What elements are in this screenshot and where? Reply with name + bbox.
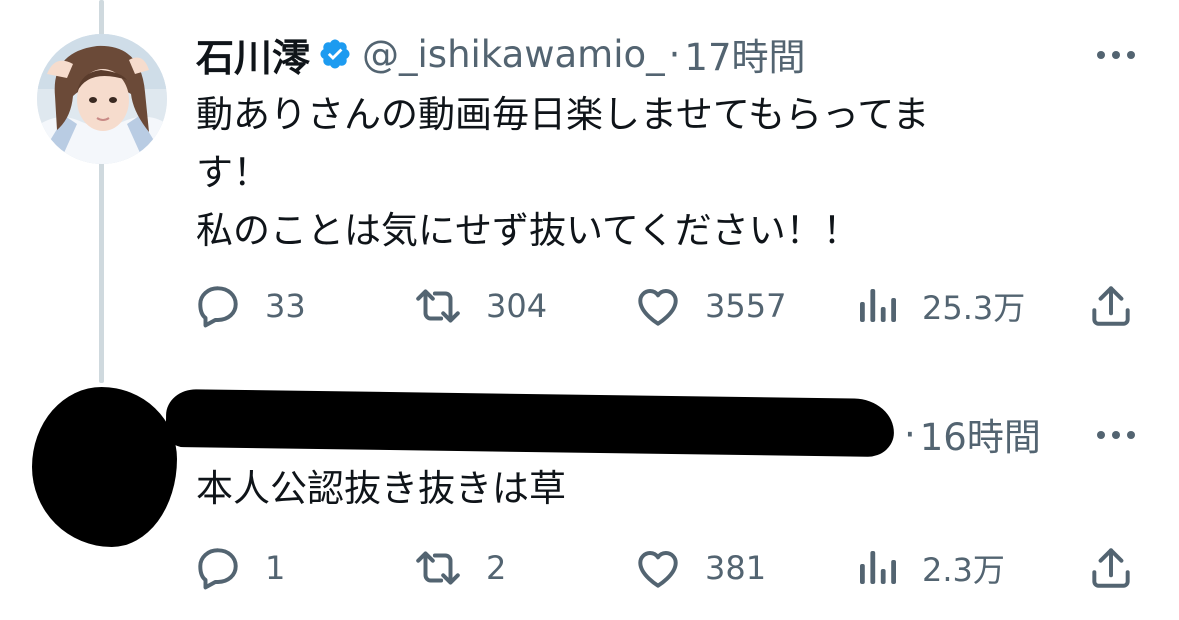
more-dots-icon[interactable]: [1095, 49, 1137, 61]
reply-count: 1: [265, 549, 286, 587]
display-name[interactable]: 石川澪: [196, 27, 310, 82]
action-bar: 33 304 3557 25.3万: [0, 276, 1179, 336]
share-button[interactable]: [1086, 276, 1136, 336]
retweet-icon: [416, 289, 460, 323]
reply-icon: [198, 286, 238, 328]
tweet-text: 本人公認抜き抜きは草: [196, 467, 566, 510]
tweet-text: 動ありさんの動画毎日楽しませてもらってま す！ 私のことは気にせず抜いてください…: [196, 93, 930, 252]
reply-button[interactable]: 1: [193, 538, 285, 598]
views-count: 25.3万: [922, 289, 1026, 327]
views-bar-icon: [860, 551, 896, 584]
user-handle[interactable]: @_ishikawamio_: [362, 33, 665, 76]
like-button[interactable]: 3557: [633, 276, 786, 336]
tweet-header: · 16時間: [900, 406, 1041, 462]
retweet-count: 304: [486, 287, 548, 325]
verified-badge-icon: [318, 37, 352, 71]
views-button[interactable]: 25.3万: [856, 276, 1025, 336]
like-button[interactable]: 381: [633, 538, 766, 598]
share-icon: [1092, 286, 1130, 326]
heart-icon: [638, 289, 678, 326]
timestamp[interactable]: 16時間: [920, 407, 1041, 461]
redacted-name: [165, 388, 895, 458]
tweet-reply[interactable]: · 16時間 本人公認抜き抜きは草 1 2 381 2.3万: [0, 380, 1179, 620]
tweet-header: 石川澪 @_ishikawamio_ · 17時間: [196, 26, 806, 82]
views-count: 2.3万: [922, 551, 1005, 589]
retweet-button[interactable]: 304: [412, 276, 547, 336]
heart-icon: [638, 551, 678, 588]
reply-icon: [198, 548, 238, 590]
avatar[interactable]: [37, 34, 167, 164]
separator-dot: ·: [904, 412, 916, 456]
retweet-button[interactable]: 2: [412, 538, 506, 598]
action-bar: 1 2 381 2.3万: [0, 538, 1179, 598]
retweet-count: 2: [486, 549, 507, 587]
like-count: 381: [705, 549, 767, 587]
reply-button[interactable]: 33: [193, 276, 306, 336]
views-bar-icon: [860, 289, 896, 322]
timestamp[interactable]: 17時間: [684, 27, 805, 81]
redacted-avatar: [32, 387, 177, 547]
tweet-main[interactable]: 石川澪 @_ishikawamio_ · 17時間 動ありさんの動画毎日楽しませ…: [0, 0, 1179, 380]
share-icon: [1092, 548, 1130, 588]
views-button[interactable]: 2.3万: [856, 538, 1005, 598]
more-dots-icon[interactable]: [1095, 429, 1137, 441]
retweet-icon: [416, 551, 460, 585]
reply-count: 33: [265, 287, 306, 325]
share-button[interactable]: [1086, 538, 1136, 598]
separator-dot: ·: [668, 32, 681, 76]
like-count: 3557: [705, 287, 787, 325]
